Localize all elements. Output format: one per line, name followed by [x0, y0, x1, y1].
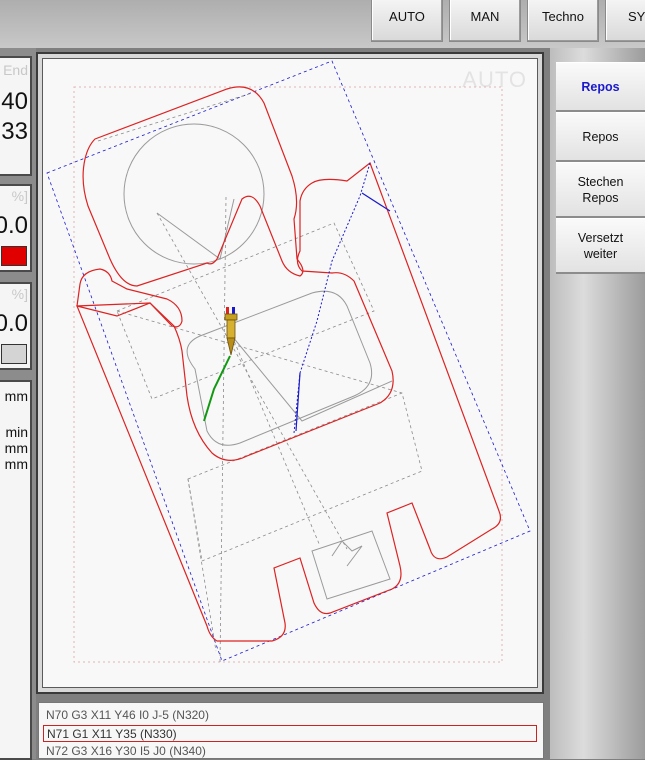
manual-mode-button[interactable]: MAN	[449, 0, 521, 42]
unit-label-4: mm	[4, 456, 28, 472]
small-rect-cutout	[311, 530, 391, 600]
graphic-view-frame: AUTO	[36, 52, 544, 694]
table-bounds	[73, 86, 503, 663]
graphic-view-canvas[interactable]: AUTO	[42, 58, 538, 688]
techno-button[interactable]: Techno	[527, 0, 599, 42]
top-toolbar: AUTO MAN Techno SY	[0, 0, 645, 48]
unit-label-1: mm	[4, 388, 28, 404]
green-path	[203, 355, 231, 422]
percent-value-2: 0.0	[0, 310, 28, 337]
circle-cutout	[123, 123, 265, 265]
repos-active-label: Repos	[581, 79, 620, 94]
versetzt-weiter-label: Versetzt weiter	[577, 230, 624, 261]
stechen-repos-label: Stechen Repos	[577, 174, 624, 205]
end-header: End	[3, 62, 28, 78]
cutting-plan-svg	[46, 60, 531, 664]
repos-button[interactable]: Repos	[556, 112, 645, 162]
status-indicator-red	[1, 246, 27, 266]
percent-panel-2: %] 0.0	[0, 282, 32, 370]
end-value-1: 40	[1, 88, 28, 115]
percent-header-1: %]	[11, 188, 28, 204]
repos-active-button[interactable]: Repos	[556, 62, 645, 112]
tool-path-segment	[295, 372, 301, 432]
status-indicator-grey	[1, 344, 27, 364]
nc-line-current: N71 G1 X11 Y35 (N330)	[43, 725, 537, 742]
tool-trace-3	[331, 540, 363, 567]
percent-value-1: 0.0	[0, 212, 28, 239]
traverse-box-1	[116, 222, 375, 400]
auto-mode-button[interactable]: AUTO	[371, 0, 443, 42]
percent-panel-1: %] 0.0	[0, 184, 32, 272]
end-value-2: 33	[1, 118, 28, 145]
unit-label-3: mm	[4, 440, 28, 456]
versetzt-weiter-button[interactable]: Versetzt weiter	[556, 218, 645, 274]
cut-contours	[76, 86, 502, 642]
stechen-repos-button[interactable]: Stechen Repos	[556, 162, 645, 218]
internal-features	[123, 123, 393, 600]
traverse-box-2	[187, 392, 423, 562]
sheet-outline	[46, 60, 531, 662]
tool-path-lead	[361, 192, 391, 212]
nc-line-previous: N70 G3 X11 Y46 I0 J-5 (N320)	[46, 708, 209, 722]
current-tool-path	[293, 162, 371, 434]
traverse-line-4	[187, 478, 217, 652]
cutting-head-icon	[224, 307, 238, 356]
percent-header-2: %]	[11, 286, 28, 302]
system-button[interactable]: SY	[605, 0, 645, 42]
part-contour-main	[76, 162, 502, 642]
nc-program-list[interactable]: N70 G3 X11 Y46 I0 J-5 (N320) N71 G1 X11 …	[38, 702, 544, 759]
left-info-strip: End 40 33 %] 0.0 %] 0.0 mm min mm mm	[0, 48, 36, 760]
unit-label-2: min	[5, 424, 28, 440]
softkey-panel: Repos Repos Stechen Repos Versetzt weiter	[550, 48, 645, 759]
tool-trace-1	[156, 198, 235, 260]
end-panel: End 40 33	[0, 56, 32, 176]
part-contour-upper	[82, 86, 304, 287]
units-panel: mm min mm mm	[0, 380, 32, 760]
traverse-paths	[97, 92, 423, 664]
traverse-line-3	[116, 310, 403, 394]
repos-label: Repos	[582, 129, 619, 144]
nc-line-next: N72 G3 X16 Y30 I5 J0 (N340)	[46, 744, 206, 758]
rounded-rect-cutout	[186, 290, 373, 446]
